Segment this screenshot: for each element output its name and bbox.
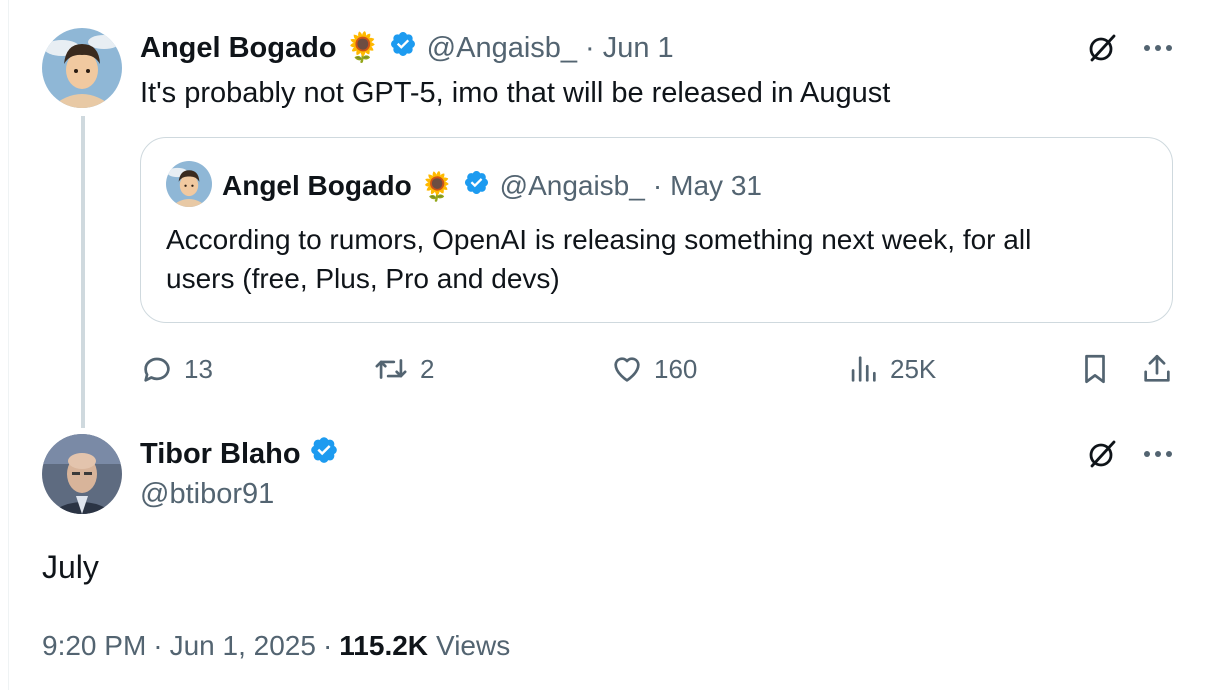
post-full-date[interactable]: Jun 1, 2025 bbox=[170, 630, 316, 662]
avatar-tibor-blaho[interactable] bbox=[42, 434, 122, 514]
share-icon bbox=[1144, 354, 1170, 382]
quoted-author-name: Angel Bogado bbox=[222, 170, 412, 201]
meta-separator-1: · bbox=[153, 630, 163, 661]
author-handle[interactable]: @Angaisb_ bbox=[427, 32, 577, 65]
views-button[interactable]: 25K bbox=[846, 352, 936, 386]
quoted-post-date: May 31 bbox=[670, 170, 762, 201]
bookmark-icon bbox=[1085, 354, 1105, 384]
bookmark-button[interactable] bbox=[1078, 352, 1122, 386]
thread-connector-line bbox=[81, 116, 85, 428]
repost-count: 2 bbox=[420, 353, 435, 384]
like-count: 160 bbox=[654, 353, 698, 384]
like-icon bbox=[614, 357, 640, 382]
quoted-sunflower-emoji: 🌻 bbox=[419, 170, 455, 202]
avatar-angel-bogado[interactable] bbox=[42, 28, 122, 108]
grok-icon[interactable] bbox=[1084, 30, 1120, 66]
main-author-handle[interactable]: @btibor91 bbox=[140, 478, 274, 511]
views-icon bbox=[851, 356, 876, 382]
views-label: Views bbox=[436, 630, 511, 661]
timeline-border bbox=[8, 0, 9, 690]
author-name[interactable]: Angel Bogado bbox=[140, 32, 337, 65]
post-time[interactable]: 9:20 PM bbox=[42, 630, 146, 662]
quoted-verified-badge-icon bbox=[463, 169, 490, 203]
share-button[interactable] bbox=[1140, 352, 1184, 386]
verified-badge-icon[interactable] bbox=[389, 30, 417, 66]
post-text-row: It's probably not GPT-5, imo that will b… bbox=[140, 73, 890, 113]
quoted-separator-dot: · bbox=[652, 170, 663, 201]
reply-count: 13 bbox=[184, 353, 213, 384]
sunflower-emoji: 🌻 bbox=[344, 32, 381, 64]
post-text: It's probably not GPT-5, imo that will b… bbox=[140, 76, 891, 109]
quoted-post-text-line2: users (free, Plus, Pro and devs) bbox=[166, 263, 560, 294]
post-date[interactable]: Jun 1 bbox=[603, 32, 674, 65]
more-icon[interactable] bbox=[1140, 32, 1176, 64]
main-verified-badge-icon[interactable] bbox=[309, 435, 339, 473]
main-author-name[interactable]: Tibor Blaho bbox=[140, 438, 301, 471]
views-count: 25K bbox=[890, 353, 937, 384]
reply-icon bbox=[144, 357, 170, 382]
post-meta: 9:20 PM · Jun 1, 2025 · 115.2K Views bbox=[42, 626, 510, 666]
repost-icon bbox=[375, 359, 407, 379]
main-more-icon[interactable] bbox=[1140, 438, 1176, 470]
quoted-post-text-line1: According to rumors, OpenAI is releasing… bbox=[166, 224, 1032, 255]
repost-button[interactable]: 2 bbox=[372, 352, 434, 386]
meta-separator-2: · bbox=[322, 630, 333, 661]
main-grok-icon[interactable] bbox=[1084, 436, 1120, 472]
post-actions-bar: 13 2 160 25K bbox=[140, 352, 1180, 388]
like-button[interactable]: 160 bbox=[610, 352, 697, 386]
quoted-author-handle: @Angaisb_ bbox=[499, 170, 645, 201]
views-total[interactable]: 115.2K bbox=[339, 630, 428, 662]
reply-button[interactable]: 13 bbox=[140, 352, 213, 386]
separator-dot: · bbox=[585, 31, 595, 64]
quoted-avatar-angel-bogado[interactable] bbox=[166, 161, 212, 207]
main-post-text: July bbox=[42, 548, 99, 585]
